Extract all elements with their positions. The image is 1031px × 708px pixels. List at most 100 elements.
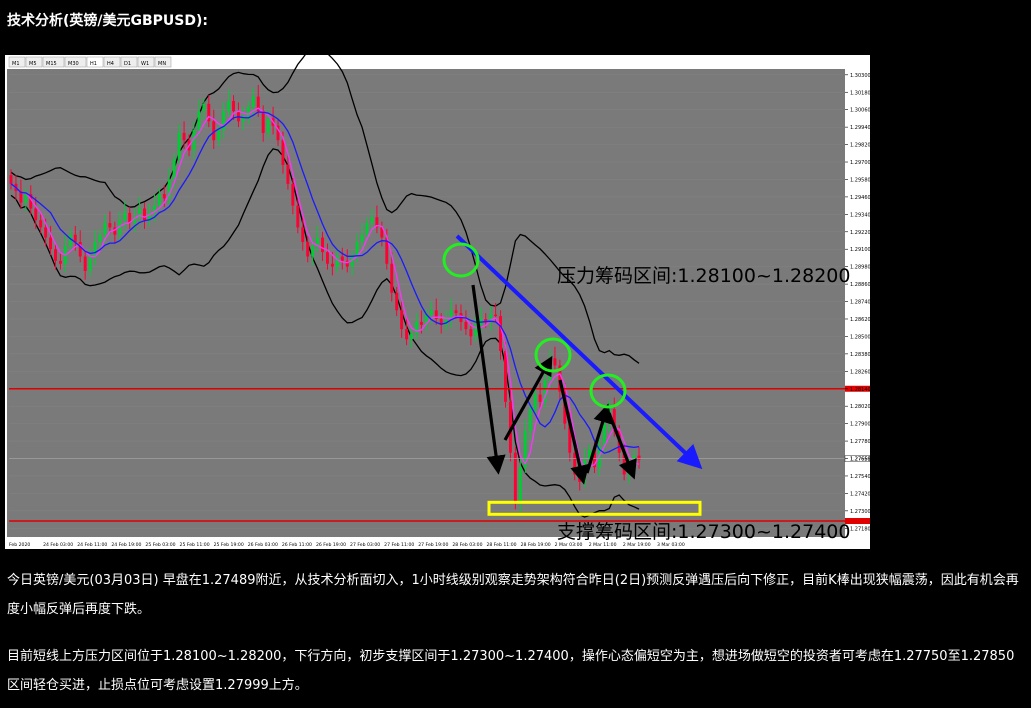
bear-candle — [49, 237, 53, 250]
bear-candle — [162, 193, 166, 199]
x-tick-label: 28 Feb 11:00 — [486, 542, 516, 548]
y-tick-label: 1.28260 — [850, 369, 870, 375]
bear-candle — [330, 263, 334, 267]
bear-candle — [39, 220, 43, 228]
analysis-paragraph-1: 今日英镑/美元(03月03日) 早盘在1.27489附近，从技术分析面切入，1小… — [7, 573, 1019, 617]
y-tick-label: 1.29460 — [850, 195, 870, 201]
bear-candle — [538, 394, 542, 402]
bear-candle — [281, 140, 285, 165]
chart-svg: M1 M5 M15 M30 H1 H4 D1 W1 MN 1.27659 1.303001.30… — [5, 55, 870, 549]
y-tick-label: 1.27900 — [850, 422, 870, 428]
bull-candle — [157, 193, 161, 206]
x-tick-label: 28 Feb 03:00 — [452, 542, 482, 548]
y-tick-label: 1.28860 — [850, 282, 870, 288]
timeframe-tab-label: H4 — [107, 61, 114, 67]
bear-candle — [494, 314, 498, 317]
plot-area — [7, 69, 845, 545]
y-tick-label: 1.30060 — [850, 108, 870, 114]
bull-candle — [518, 467, 522, 504]
bear-candle — [286, 164, 290, 184]
bear-candle — [291, 183, 295, 206]
y-tick-label: 1.29700 — [850, 160, 870, 166]
x-tick-label: 27 Feb 19:00 — [418, 542, 448, 548]
bull-candle — [172, 159, 176, 180]
bear-candle — [419, 321, 423, 325]
bear-candle — [296, 205, 300, 228]
y-tick-label: 1.27420 — [850, 491, 870, 497]
resistance-zone-label: 压力筹码区间:1.28100~1.28200 — [557, 265, 850, 287]
bull-candle — [93, 241, 97, 257]
x-tick-label: 25 Feb 03:00 — [145, 542, 175, 548]
bear-candle — [9, 175, 13, 184]
y-tick-label: 1.29820 — [850, 143, 870, 149]
bear-candle — [301, 227, 305, 242]
bull-candle — [350, 256, 354, 267]
bull-candle — [88, 256, 92, 272]
bull-candle — [370, 217, 374, 224]
bear-candle — [395, 292, 399, 311]
y-tick-label: 1.28380 — [850, 352, 870, 358]
bear-candle — [454, 310, 458, 314]
bear-candle — [573, 452, 577, 475]
bear-candle — [405, 329, 409, 340]
x-tick-label: 28 Feb 19:00 — [521, 542, 551, 548]
timeframe-tab-label: M15 — [46, 61, 57, 67]
x-tick-label: 24 Feb 19:00 — [111, 542, 141, 548]
x-tick-label: 27 Feb 11:00 — [384, 542, 414, 548]
bull-candle — [24, 193, 28, 203]
x-tick-label: 26 Feb 03:00 — [248, 542, 278, 548]
bear-candle — [182, 132, 186, 141]
y-tick-label: 1.28980 — [850, 265, 870, 271]
support-zone-label: 支撑筹码区间:1.27300~1.27400 — [557, 521, 850, 543]
bear-candle — [34, 208, 38, 221]
bear-candle — [340, 256, 344, 261]
bear-candle — [469, 329, 473, 337]
bull-candle — [197, 111, 201, 131]
bull-candle — [103, 223, 107, 235]
bull-candle — [68, 234, 72, 247]
bull-candle — [123, 212, 127, 221]
bear-candle — [499, 316, 503, 351]
x-tick-label: 26 Feb 11:00 — [282, 542, 312, 548]
bear-candle — [143, 208, 146, 221]
bull-candle — [410, 333, 414, 340]
bear-candle — [232, 100, 235, 112]
timeframe-tab-label: M1 — [12, 61, 20, 67]
y-tick-label: 1.29220 — [850, 230, 870, 236]
bear-candle — [464, 321, 468, 330]
bull-candle — [415, 321, 418, 334]
forex-chart: M1 M5 M15 M30 H1 H4 D1 W1 MN 1.27659 1.30300 1.30… — [5, 55, 870, 549]
bear-candle — [83, 256, 87, 272]
timeframe-tab-label: M30 — [68, 61, 79, 67]
bull-candle — [227, 100, 231, 112]
y-tick-label: 1.30300 — [850, 73, 870, 79]
y-tick-label: 1.28500 — [850, 334, 870, 340]
x-tick-label: 24 Feb 11:00 — [77, 542, 107, 548]
bull-candle — [241, 118, 245, 122]
y-tick-label: 1.29580 — [850, 177, 870, 183]
bear-candle — [261, 111, 265, 133]
y-tick-label: 1.28620 — [850, 317, 870, 323]
bull-candle — [251, 96, 255, 107]
bear-candle — [504, 350, 507, 402]
x-tick-label: 26 Feb 19:00 — [316, 542, 346, 548]
bear-candle — [637, 455, 641, 460]
y-tick-label: 1.29100 — [850, 247, 870, 253]
bull-candle — [602, 423, 606, 446]
y-tick-label: 1.27660 — [850, 457, 870, 463]
bear-candle — [108, 223, 112, 228]
y-tick-label: 1.28140 — [850, 387, 870, 393]
x-tick-label: 27 Feb 03:00 — [350, 542, 380, 548]
bear-candle — [58, 260, 62, 264]
y-tick-label: 1.28740 — [850, 300, 870, 306]
y-tick-label: 1.27780 — [850, 439, 870, 445]
y-tick-label: 1.28020 — [850, 404, 870, 410]
bull-candle — [533, 394, 537, 410]
timeframe-tab-label: M5 — [29, 61, 37, 67]
bull-candle — [429, 310, 433, 315]
x-tick-label: 24 Feb 03:00 — [43, 542, 73, 548]
bear-candle — [321, 237, 324, 253]
y-tick-label: 1.27180 — [850, 526, 870, 532]
x-tick-label: 25 Feb 11:00 — [180, 542, 210, 548]
x-tick-label: Feb 2020 — [9, 542, 30, 548]
